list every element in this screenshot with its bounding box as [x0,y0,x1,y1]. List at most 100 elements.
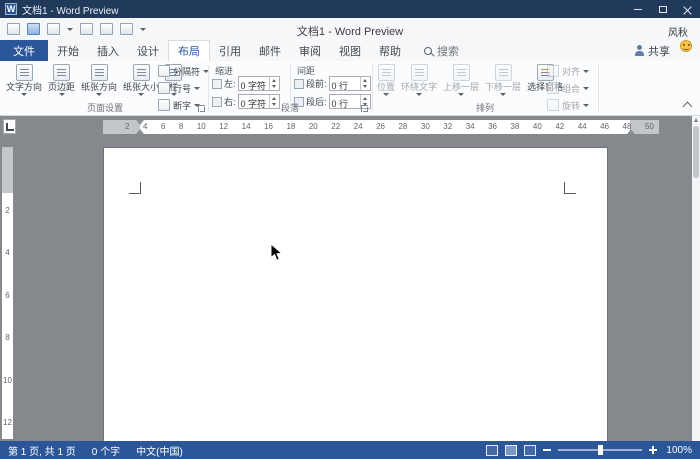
spacing-before-icon [294,79,304,89]
status-bar-right: 100% [486,445,692,456]
orientation-button[interactable]: 纸张方向 [79,62,119,96]
vertical-scrollbar[interactable] [692,116,700,441]
spacing-before-input[interactable]: 0 行 [329,76,371,91]
paper-size-icon [133,64,150,81]
document-page[interactable] [103,147,608,441]
group-label-paragraph: 段落 [209,101,371,114]
signed-in-user[interactable]: 风秋 [668,24,688,39]
word-logo-icon: W [5,3,17,15]
text-direction-icon [16,64,33,81]
wrap-text-button[interactable]: 环绕文字 [399,62,439,96]
dropdown-icon [59,93,65,96]
tab-help[interactable]: 帮助 [370,40,410,61]
zoom-in-icon[interactable] [649,446,657,454]
customize-toolbar-icon[interactable] [140,28,146,31]
save-icon[interactable] [27,23,40,35]
tab-file[interactable]: 文件 [0,40,48,61]
text-direction-button[interactable]: 文字方向 [4,62,44,96]
zoom-slider-thumb[interactable] [598,445,603,455]
search-box[interactable]: 搜索 [424,40,459,61]
horizontal-ruler-numbers: 2468101214161820222426283032343638404244… [125,120,654,134]
indent-left-input[interactable]: 0 字符 [238,76,280,91]
group-arrange: 位置 环绕文字 上移一层 下移一层 [373,61,597,115]
top-margin-area [2,147,13,193]
maximize-button[interactable] [650,0,675,18]
dropdown-icon [21,93,27,96]
undo-icon[interactable] [47,23,60,35]
scroll-up-icon[interactable] [694,118,698,122]
indent-left-icon [212,79,222,89]
breaks-button[interactable]: 分隔符 [158,64,209,78]
dropdown-icon [583,87,589,90]
dropdown-icon [138,93,144,96]
scrollbar-thumb[interactable] [693,126,699,178]
right-indent-marker[interactable] [627,129,635,134]
first-line-indent-marker[interactable] [136,120,144,125]
print-layout-icon[interactable] [505,445,517,456]
tab-home[interactable]: 开始 [48,40,88,61]
group-objects-button[interactable]: 组合 [547,81,589,95]
send-backward-button[interactable]: 下移一层 [483,62,523,96]
undo-dropdown-icon[interactable] [67,28,73,31]
page-indicator[interactable]: 第 1 页, 共 1 页 [8,443,76,458]
window-controls [625,0,700,18]
collapse-ribbon-icon[interactable] [683,102,693,112]
position-button[interactable]: 位置 [375,62,397,96]
dropdown-icon [96,93,102,96]
page-setup-dialog-launcher-icon[interactable] [198,105,205,112]
print-icon[interactable] [80,23,93,35]
person-icon [634,45,644,56]
tab-references[interactable]: 引用 [210,40,250,61]
word-window: W 文档1 - Word Preview 文档1 - Word Preview … [0,0,700,459]
tab-insert[interactable]: 插入 [88,40,128,61]
new-document-icon[interactable] [7,23,20,35]
feedback-smiley-icon[interactable] [680,40,692,52]
minimize-button[interactable] [625,0,650,18]
dropdown-icon [416,93,422,96]
read-mode-icon[interactable] [486,445,498,456]
margin-crop-mark-top-left [129,182,141,194]
stepper[interactable] [269,77,279,90]
position-icon [378,64,395,81]
dropdown-icon [500,93,506,96]
tab-view[interactable]: 视图 [330,40,370,61]
web-layout-icon[interactable] [524,445,536,456]
close-icon [683,5,692,14]
ribbon-tab-bar: 文件 开始 插入 设计 布局 引用 邮件 审阅 视图 帮助 搜索 共享 [0,40,700,61]
maximize-icon [659,6,667,13]
share-button[interactable]: 共享 [634,40,676,61]
vertical-ruler[interactable]: 24681012 [2,147,13,439]
tab-review[interactable]: 审阅 [290,40,330,61]
margin-crop-mark-top-right [564,182,576,194]
multi-page-view-icon[interactable] [120,23,133,35]
align-button[interactable]: 对齐 [547,64,589,78]
dropdown-icon [583,70,589,73]
tab-selector[interactable] [3,119,16,134]
stepper[interactable] [360,77,370,90]
status-bar: 第 1 页, 共 1 页 0 个字 中文(中国) 100% [0,441,700,459]
word-count[interactable]: 0 个字 [92,443,120,458]
paragraph-dialog-launcher-icon[interactable] [361,105,368,112]
title-bar: W 文档1 - Word Preview [0,0,700,18]
margins-button[interactable]: 页边距 [46,62,77,96]
hanging-indent-marker[interactable] [136,129,144,134]
page-view-icon[interactable] [100,23,113,35]
tab-mailings[interactable]: 邮件 [250,40,290,61]
bring-forward-button[interactable]: 上移一层 [441,62,481,96]
group-objects-icon [547,82,559,94]
language-indicator[interactable]: 中文(中国) [136,443,183,458]
dropdown-icon [383,93,389,96]
breaks-icon [158,65,170,77]
zoom-slider[interactable] [558,449,642,451]
quick-access-toolbar [0,18,700,40]
tab-layout[interactable]: 布局 [168,40,210,62]
paper-size-button[interactable]: 纸张大小 [121,62,161,96]
send-backward-icon [495,64,512,81]
zoom-out-icon[interactable] [543,449,551,451]
tab-design[interactable]: 设计 [128,40,168,61]
zoom-level[interactable]: 100% [664,445,692,456]
close-button[interactable] [675,0,700,18]
line-numbers-button[interactable]: 行号 [158,81,209,95]
bring-forward-icon [453,64,470,81]
horizontal-ruler[interactable]: 2468101214161820222426283032343638404244… [103,120,659,134]
